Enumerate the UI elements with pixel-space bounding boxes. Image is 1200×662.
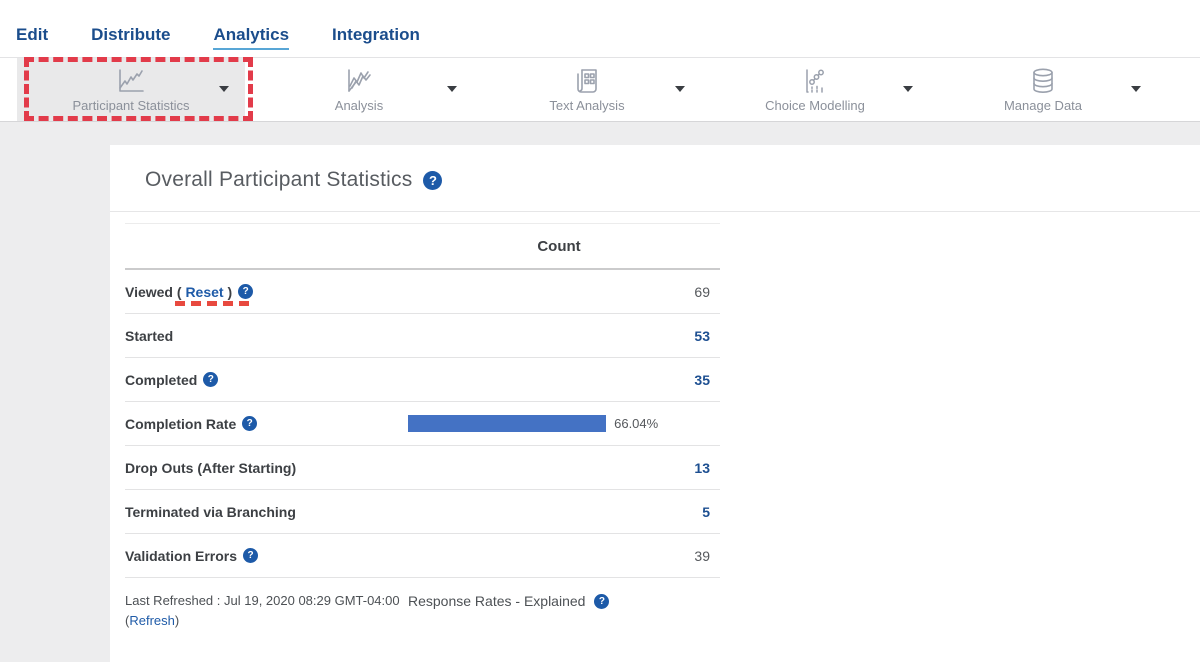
scatter-chart-icon (798, 66, 832, 96)
help-icon[interactable] (242, 416, 257, 431)
completion-rate-cell: 66.04% (408, 415, 720, 432)
line-chart-icon (114, 66, 148, 96)
annotation-dashed-underline (175, 301, 249, 306)
row-value: 69 (408, 284, 720, 300)
completion-rate-bar: 66.04% (408, 415, 708, 432)
table-row-drop-outs: Drop Outs (After Starting) 13 (125, 446, 720, 490)
newspaper-icon (570, 66, 604, 96)
count-header: Count (408, 238, 720, 255)
participant-statistics-table: Count Viewed ( Reset ) 69 Started 53 (125, 223, 720, 578)
drop-outs-label: Drop Outs (After Starting) (125, 460, 296, 476)
toolbar-item-label: Manage Data (1004, 98, 1082, 113)
toolbar-item-text-analysis[interactable]: Text Analysis (473, 58, 701, 121)
toolbar-item-label: Participant Statistics (72, 98, 189, 113)
toolbar-item-participant-statistics[interactable]: Participant Statistics (17, 58, 245, 121)
nav-analytics[interactable]: Analytics (213, 25, 289, 50)
database-icon (1026, 66, 1060, 96)
completion-rate-percent: 66.04% (614, 416, 658, 431)
toolbar-item-choice-modelling[interactable]: Choice Modelling (701, 58, 929, 121)
refresh-link[interactable]: Refresh (129, 613, 175, 628)
help-icon[interactable] (423, 171, 442, 190)
page: Edit Distribute Analytics Integration Pa… (0, 0, 1200, 662)
completion-rate-label: Completion Rate (125, 416, 236, 432)
toolbar-item-label: Analysis (335, 98, 383, 113)
row-label: Terminated via Branching (125, 504, 408, 520)
table-row-terminated: Terminated via Branching 5 (125, 490, 720, 534)
help-icon[interactable] (238, 284, 253, 299)
row-value: 53 (408, 328, 720, 344)
row-label: Validation Errors (125, 548, 408, 564)
last-refreshed-suffix: ) (175, 613, 179, 628)
completion-rate-bar-fill (408, 415, 606, 432)
reset-link[interactable]: Reset (185, 284, 223, 300)
terminated-label: Terminated via Branching (125, 504, 296, 520)
last-refreshed-text: Last Refreshed : Jul 19, 2020 08:29 GMT-… (125, 591, 408, 631)
completed-label: Completed (125, 372, 197, 388)
row-value: 35 (408, 372, 720, 388)
divider (110, 211, 1200, 212)
row-label: Completed (125, 372, 408, 388)
page-title: Overall Participant Statistics (145, 168, 412, 192)
row-label: Completion Rate (125, 416, 408, 432)
trend-chart-icon (342, 66, 376, 96)
toolbar-item-label: Choice Modelling (765, 98, 865, 113)
content-card: Overall Participant Statistics Count Vie… (110, 145, 1200, 662)
toolbar-item-manage-data[interactable]: Manage Data (929, 58, 1157, 121)
content-area: Overall Participant Statistics Count Vie… (0, 122, 1200, 662)
nav-edit[interactable]: Edit (16, 25, 48, 50)
row-label: Viewed ( Reset ) (125, 284, 408, 300)
started-label: Started (125, 328, 173, 344)
help-icon[interactable] (243, 548, 258, 563)
table-row-started: Started 53 (125, 314, 720, 358)
toolbar-item-analysis[interactable]: Analysis (245, 58, 473, 121)
table-row-completed: Completed 35 (125, 358, 720, 402)
analytics-toolbar: Participant Statistics Analysis (0, 57, 1200, 122)
chevron-down-icon[interactable] (903, 86, 913, 92)
row-value: 13 (408, 460, 720, 476)
row-label: Drop Outs (After Starting) (125, 460, 408, 476)
validation-errors-label: Validation Errors (125, 548, 237, 564)
left-gutter (0, 122, 110, 662)
row-label: Started (125, 328, 408, 344)
chevron-down-icon[interactable] (447, 86, 457, 92)
row-value: 39 (408, 548, 720, 564)
chevron-down-icon[interactable] (675, 86, 685, 92)
title-row: Overall Participant Statistics (145, 168, 1185, 192)
nav-integration[interactable]: Integration (332, 25, 420, 50)
response-rates-label: Response Rates - Explained (408, 593, 585, 609)
help-icon[interactable] (594, 594, 609, 609)
response-rates-explained: Response Rates - Explained (408, 591, 609, 611)
viewed-label-suffix: ) (224, 284, 233, 300)
table-row-viewed: Viewed ( Reset ) 69 (125, 270, 720, 314)
chevron-down-icon[interactable] (219, 86, 229, 92)
toolbar-item-label: Text Analysis (549, 98, 624, 113)
viewed-label: Viewed ( (125, 284, 185, 300)
nav-distribute[interactable]: Distribute (91, 25, 170, 50)
top-nav: Edit Distribute Analytics Integration (0, 0, 1200, 57)
row-value: 5 (408, 504, 720, 520)
table-header-row: Count (125, 224, 720, 270)
table-footer: Last Refreshed : Jul 19, 2020 08:29 GMT-… (125, 591, 825, 631)
table-row-validation-errors: Validation Errors 39 (125, 534, 720, 578)
table-row-completion-rate: Completion Rate 66.04% (125, 402, 720, 446)
help-icon[interactable] (203, 372, 218, 387)
chevron-down-icon[interactable] (1131, 86, 1141, 92)
